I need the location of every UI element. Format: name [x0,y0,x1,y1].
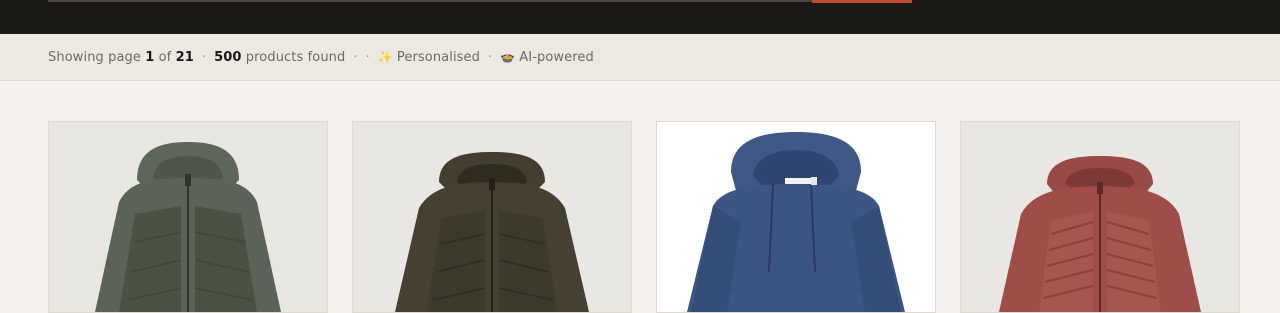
search-bar[interactable] [48,0,812,2]
hooded-jacket-image [395,152,589,312]
ai-powered-label: AI-powered [519,49,594,65]
knit-hoodie-image [687,132,905,312]
separator: · [487,49,493,65]
personalised-label: Personalised [396,49,480,65]
results-count: 500 [214,49,242,65]
puffer-jacket-image [999,156,1201,312]
top-header [0,0,1280,34]
page-current: 1 [145,49,155,65]
product-card-hoodie-blue[interactable] [656,121,936,313]
results-count-label: products found [245,49,346,65]
separator: · [365,49,370,65]
hooded-jacket-image [95,142,281,312]
showing-prefix: Showing page [48,49,141,65]
product-card-jacket-green[interactable] [48,121,328,313]
results-summary-bar: Showing page 1 of 21 · 500 products foun… [0,34,1280,81]
sparkles-icon: ✨ [377,50,393,64]
search-button[interactable] [812,0,912,3]
product-grid [0,81,1280,313]
product-card-jacket-rose[interactable] [960,121,1240,313]
page-total: 21 [175,49,194,65]
separator: · [353,49,358,65]
product-card-jacket-brown[interactable] [352,121,632,313]
separator: · [201,49,207,65]
of-label: of [158,49,172,65]
pot-icon: 🍲 [500,50,516,64]
